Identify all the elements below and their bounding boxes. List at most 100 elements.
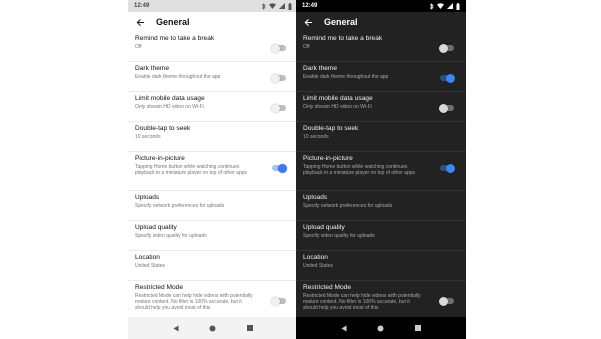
setting-remind-break[interactable]: Remind me to take a break Off — [128, 32, 298, 62]
page-title: General — [324, 17, 358, 27]
setting-label: Picture-in-picture — [303, 155, 353, 162]
setting-description: 10 seconds — [303, 134, 329, 140]
setting-label: Remind me to take a break — [135, 35, 215, 42]
bluetooth-icon — [261, 2, 266, 10]
setting-description: Enable dark theme throughout the app — [303, 74, 389, 80]
setting-uploads[interactable]: Uploads Specify network preferences for … — [128, 191, 298, 221]
toggle-knob — [271, 103, 280, 113]
setting-limit-mobile-data[interactable]: Limit mobile data usage Only stream HD v… — [296, 92, 466, 122]
setting-restricted-mode[interactable]: Restricted Mode Restricted Mode can help… — [128, 281, 298, 317]
setting-limit-mobile-data[interactable]: Limit mobile data usage Only stream HD v… — [128, 92, 298, 122]
app-bar: General — [296, 12, 466, 32]
status-time: 12:49 — [302, 3, 318, 9]
signal-icon — [447, 3, 453, 9]
setting-dark-theme[interactable]: Dark theme Enable dark theme throughout … — [296, 62, 466, 92]
setting-label: Dark theme — [303, 65, 338, 72]
setting-label: Picture-in-picture — [135, 155, 185, 162]
wifi-icon — [437, 3, 444, 9]
back-button[interactable] — [302, 16, 314, 28]
setting-description: Specify network preferences for uploads — [303, 203, 393, 209]
setting-label: Limit mobile data usage — [303, 95, 373, 102]
signal-icon — [279, 3, 285, 9]
setting-double-tap-seek[interactable]: Double-tap to seek 10 seconds — [128, 122, 298, 152]
restricted-mode-toggle[interactable] — [439, 296, 454, 306]
status-bar: 12:49 — [128, 0, 298, 12]
setting-dark-theme[interactable]: Dark theme Enable dark theme throughout … — [128, 62, 298, 92]
setting-double-tap-seek[interactable]: Double-tap to seek 10 seconds — [296, 122, 466, 152]
picture-in-picture-toggle[interactable] — [272, 163, 287, 173]
setting-label: Upload quality — [303, 224, 345, 231]
setting-description: Only stream HD video on Wi-Fi — [303, 104, 372, 110]
setting-label: Limit mobile data usage — [135, 95, 205, 102]
back-button[interactable] — [134, 16, 146, 28]
arrow-left-icon — [136, 18, 144, 26]
setting-description: Restricted Mode can help hide videos wit… — [135, 293, 253, 311]
setting-label: Restricted Mode — [135, 284, 184, 291]
system-nav-bar — [296, 317, 466, 339]
settings-list: Remind me to take a break Off Dark theme… — [128, 32, 298, 317]
arrow-left-icon — [304, 18, 312, 26]
square-recents-icon — [414, 325, 421, 331]
setting-label: Location — [303, 254, 328, 261]
nav-home-button[interactable] — [207, 322, 219, 334]
nav-home-button[interactable] — [375, 322, 387, 334]
nav-recents-button[interactable] — [412, 322, 424, 334]
setting-location[interactable]: Location United States — [128, 251, 298, 281]
nav-back-button[interactable] — [170, 322, 182, 334]
toggle-knob — [446, 73, 455, 83]
app-bar: General — [128, 12, 298, 32]
setting-picture-in-picture[interactable]: Picture-in-picture Tapping Home button w… — [128, 152, 298, 191]
remind-break-toggle[interactable] — [439, 43, 454, 53]
limit-mobile-data-toggle[interactable] — [271, 103, 286, 113]
nav-back-button[interactable] — [338, 322, 350, 334]
circle-home-icon — [377, 325, 384, 331]
circle-home-icon — [209, 325, 216, 331]
system-nav-bar — [128, 317, 298, 339]
triangle-back-icon — [341, 325, 347, 331]
status-icons — [261, 2, 292, 10]
picture-in-picture-toggle[interactable] — [440, 163, 455, 173]
toggle-knob — [439, 103, 448, 113]
triangle-back-icon — [173, 325, 179, 331]
restricted-mode-toggle[interactable] — [271, 296, 286, 306]
setting-upload-quality[interactable]: Upload quality Specify video quality for… — [296, 221, 466, 251]
bluetooth-icon — [429, 2, 434, 10]
setting-upload-quality[interactable]: Upload quality Specify video quality for… — [128, 221, 298, 251]
setting-remind-break[interactable]: Remind me to take a break Off — [296, 32, 466, 62]
battery-icon — [456, 2, 460, 10]
setting-label: Upload quality — [135, 224, 177, 231]
setting-label: Remind me to take a break — [303, 35, 383, 42]
setting-description: Enable dark theme throughout the app — [135, 74, 221, 80]
phone-dark-theme: 12:49 General Remind me to take a break … — [296, 0, 466, 339]
limit-mobile-data-toggle[interactable] — [439, 103, 454, 113]
toggle-knob — [446, 163, 455, 173]
nav-recents-button[interactable] — [244, 322, 256, 334]
setting-label: Double-tap to seek — [303, 125, 359, 132]
setting-restricted-mode[interactable]: Restricted Mode Restricted Mode can help… — [296, 281, 466, 317]
dark-theme-toggle[interactable] — [271, 73, 286, 83]
square-recents-icon — [246, 325, 253, 331]
status-icons — [429, 2, 460, 10]
setting-description: Tapping Home button while watching conti… — [135, 164, 248, 176]
setting-picture-in-picture[interactable]: Picture-in-picture Tapping Home button w… — [296, 152, 466, 191]
dark-theme-toggle[interactable] — [440, 73, 455, 83]
status-bar: 12:49 — [296, 0, 466, 12]
setting-description: Specify video quality for uploads — [303, 233, 375, 239]
toggle-knob — [271, 43, 280, 53]
setting-label: Uploads — [303, 194, 328, 201]
setting-description: Specify video quality for uploads — [135, 233, 207, 239]
setting-label: Double-tap to seek — [135, 125, 191, 132]
setting-description: Tapping Home button while watching conti… — [303, 164, 416, 176]
wifi-icon — [269, 3, 276, 9]
setting-location[interactable]: Location United States — [296, 251, 466, 281]
remind-break-toggle[interactable] — [271, 43, 286, 53]
setting-description: 10 seconds — [135, 134, 161, 140]
setting-description: Only stream HD video on Wi-Fi — [135, 104, 204, 110]
page-title: General — [156, 17, 190, 27]
setting-label: Restricted Mode — [303, 284, 352, 291]
phone-light-theme: 12:49 General Remind me to take a break … — [128, 0, 298, 339]
setting-uploads[interactable]: Uploads Specify network preferences for … — [296, 191, 466, 221]
setting-description: Off — [303, 44, 310, 50]
toggle-knob — [439, 43, 448, 53]
toggle-knob — [271, 73, 280, 83]
